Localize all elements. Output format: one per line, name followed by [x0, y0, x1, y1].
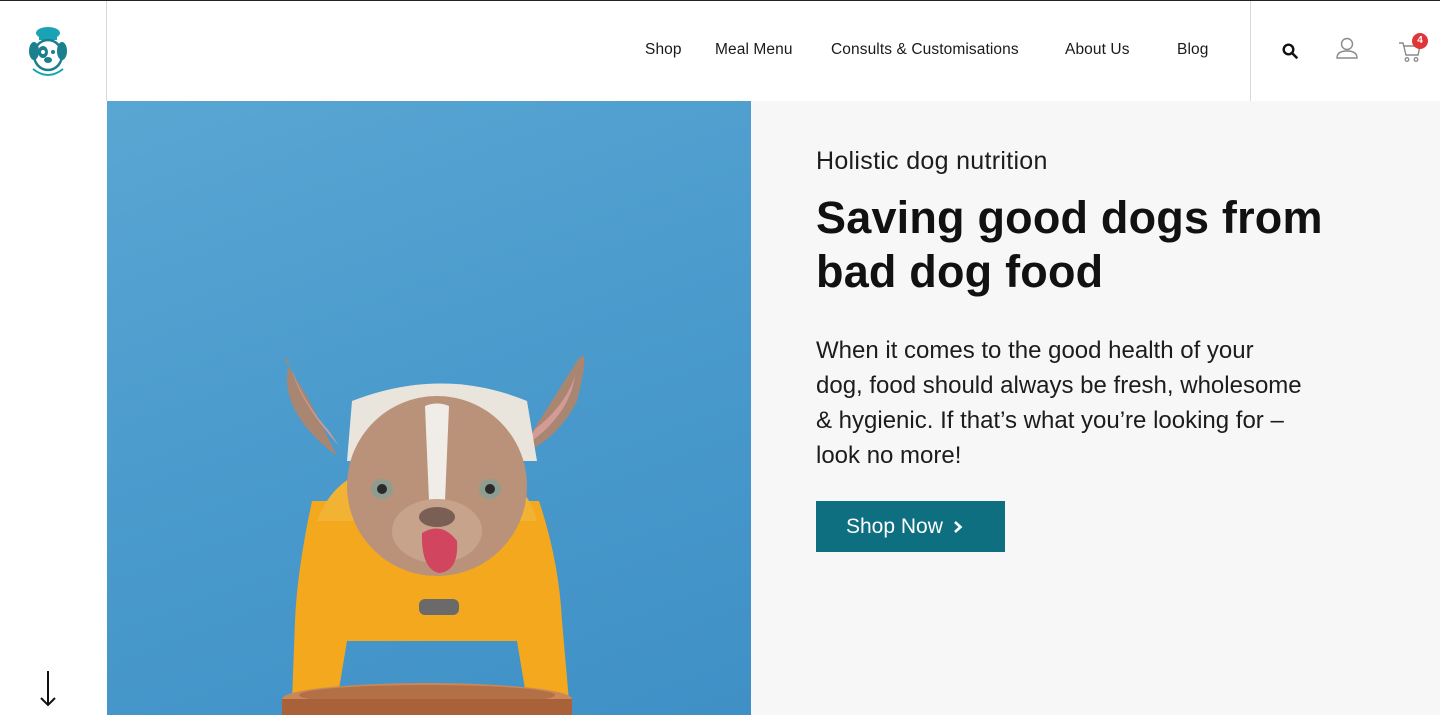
- site-header: Shop Meal Menu Consults & Customisations…: [106, 1, 1440, 101]
- hero-eyebrow: Holistic dog nutrition: [816, 147, 1048, 175]
- hero-text-panel: Holistic dog nutrition Saving good dogs …: [751, 101, 1440, 715]
- nav-consults[interactable]: Consults & Customisations: [831, 41, 1019, 59]
- hero-headline: Saving good dogs from bad dog food: [816, 192, 1323, 297]
- nav-about-us[interactable]: About Us: [1065, 41, 1130, 59]
- header-divider: [1250, 1, 1251, 101]
- dog-chef-logo-icon[interactable]: [27, 25, 69, 79]
- cart-count-badge: 4: [1412, 33, 1428, 49]
- user-icon[interactable]: [1336, 37, 1358, 64]
- search-icon[interactable]: [1282, 43, 1298, 64]
- nav-meal-menu[interactable]: Meal Menu: [715, 41, 793, 59]
- nav-blog[interactable]: Blog: [1177, 41, 1208, 59]
- left-rail: [0, 1, 107, 715]
- shop-now-label: Shop Now: [846, 514, 943, 538]
- down-arrow-icon[interactable]: [38, 669, 58, 709]
- nav-shop[interactable]: Shop: [645, 41, 682, 59]
- shop-now-button[interactable]: Shop Now: [816, 501, 1005, 552]
- hero-dog-image: [107, 101, 751, 715]
- hero-body: When it comes to the good health of your…: [816, 337, 1302, 469]
- chevron-right-icon: [954, 520, 963, 533]
